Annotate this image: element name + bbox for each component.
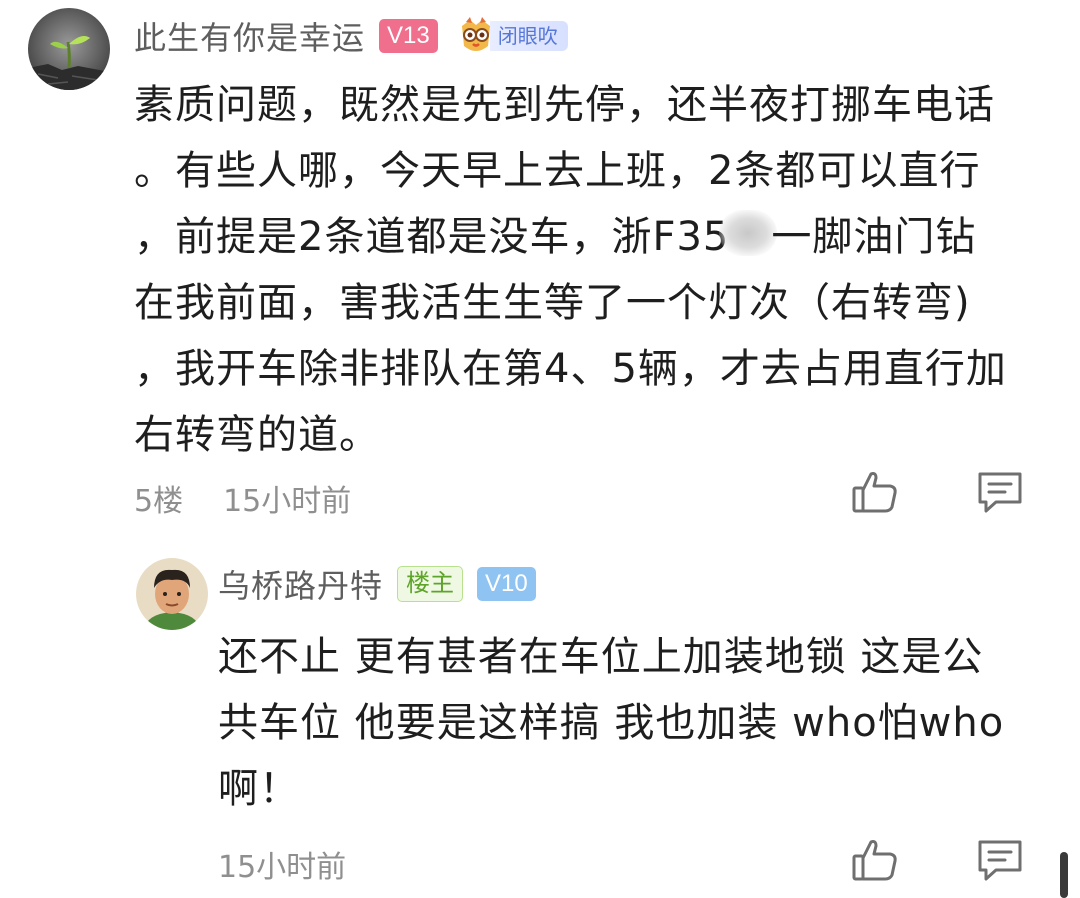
reply-meta: 15小时前 [218,842,346,886]
comment-icon[interactable] [976,470,1024,518]
thumbs-up-icon[interactable] [852,470,898,518]
username[interactable]: 此生有你是幸运 [134,13,365,59]
reply-author-row: 乌桥路丹特 楼主 V10 [218,562,536,606]
level-badge: V10 [477,567,536,601]
comment-line: 。有些人哪，今天早上去上班，2条都可以直行 [134,148,981,194]
comment-text: 素质问题，既然是先到先停，还半夜打挪车电话 。有些人哪，今天早上去上班，2条都可以… [134,72,1007,468]
comment-line: 在我前面，害我活生生等了一个灯次（右转弯) [134,280,971,326]
timestamp: 15小时前 [223,484,352,519]
comment-author-row: 此生有你是幸运 V13 闭眼吹 [134,14,568,58]
fan-medal[interactable]: 闭眼吹 [456,16,568,56]
avatar[interactable] [28,8,110,90]
username[interactable]: 乌桥路丹特 [218,561,383,607]
timestamp: 15小时前 [218,850,347,885]
comment-line-part: ，前提是2条道都是没车，浙F35 [134,214,730,260]
comment-line: 右转弯的道。 [134,412,380,458]
thumbs-up-icon[interactable] [852,838,898,886]
avatar[interactable] [136,558,208,630]
floor-number: 5楼 [134,484,184,519]
level-badge: V13 [379,19,438,53]
reply-text: 还不止 更有甚者在车位上加装地锁 这是公 共车位 他要是这样搞 我也加装 who怕… [218,624,1004,822]
reply-line: 还不止 更有甚者在车位上加装地锁 这是公 [218,634,984,680]
comment-icon[interactable] [976,838,1024,886]
scrollbar-thumb[interactable] [1060,852,1068,898]
op-badge: 楼主 [397,566,464,602]
comment-line: 素质问题，既然是先到先停，还半夜打挪车电话 [134,82,995,128]
reply-line: 啊！ [218,766,300,812]
redacted-plate-blur [719,210,778,256]
comment-line: ，我开车除非排队在第4、5辆，才去占用直行加 [134,346,1007,392]
comment-line: ，前提是2条道都是没车，浙F35 一脚油门钻 [134,204,1007,270]
reply-line: 共车位 他要是这样搞 我也加装 who怕who [218,700,1005,746]
medal-label: 闭眼吹 [489,21,568,51]
comment-meta: 5楼 15小时前 [134,476,351,520]
comment-line-part: 一脚油门钻 [771,214,977,260]
